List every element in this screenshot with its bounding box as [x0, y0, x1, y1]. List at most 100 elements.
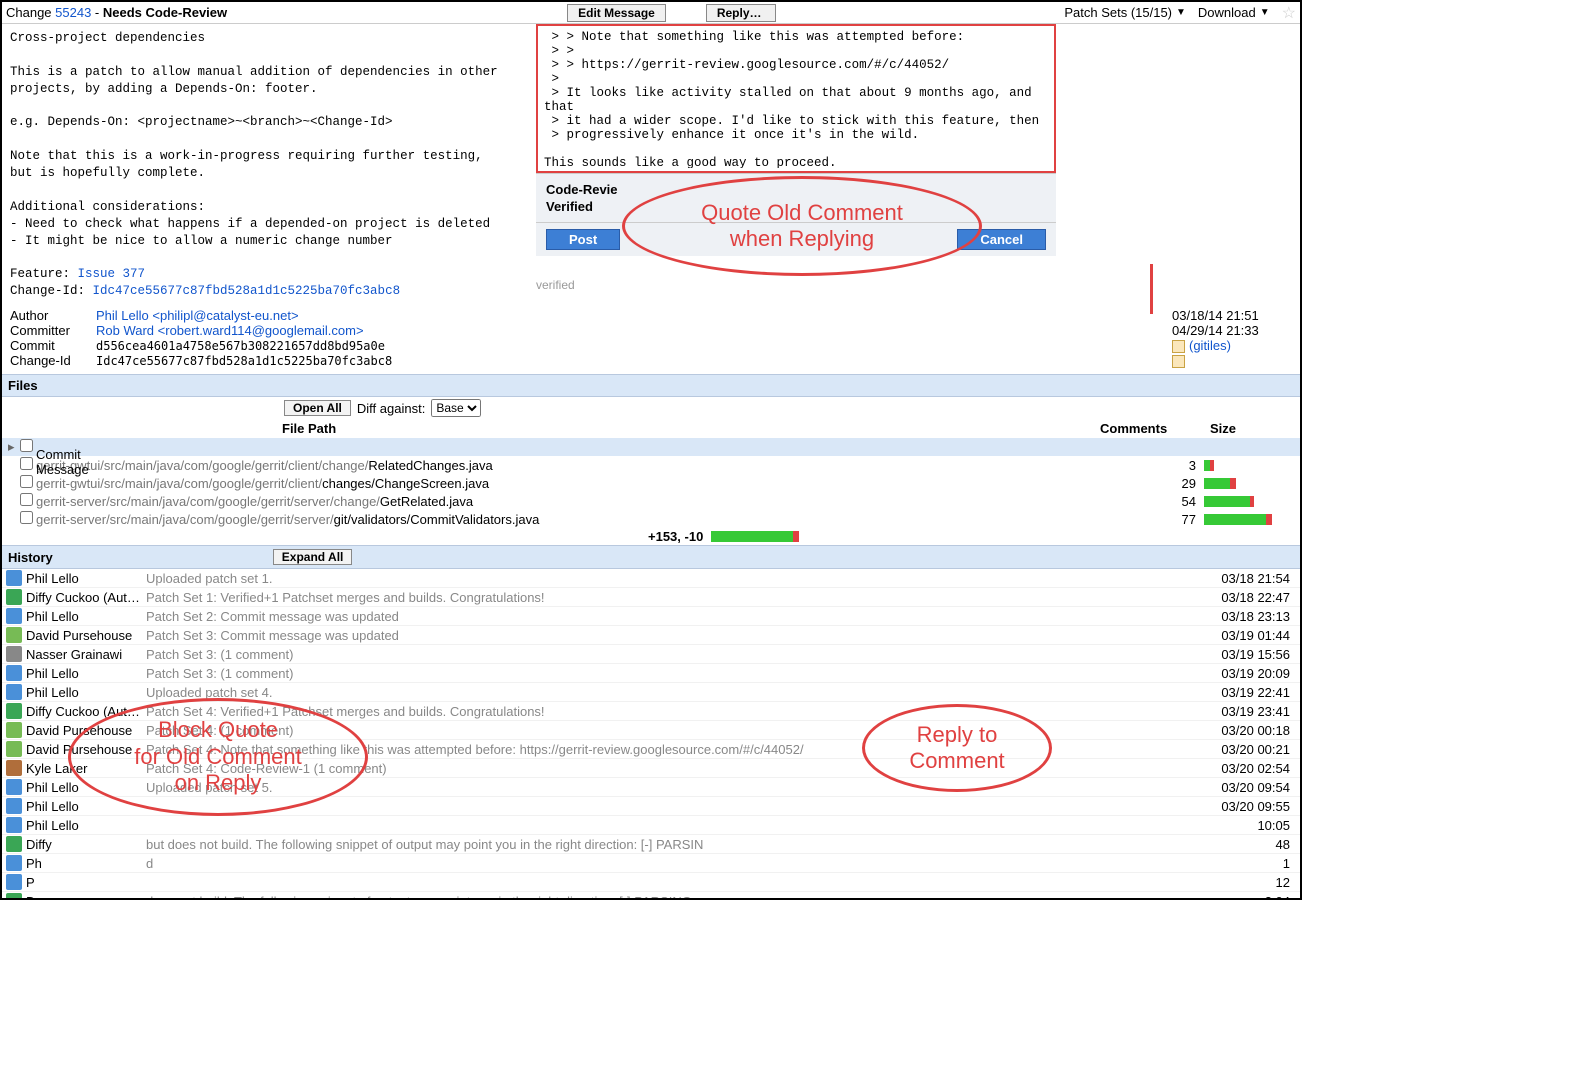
history-row[interactable]: Ddoes not build. The following snippet o… — [2, 892, 1300, 900]
file-path[interactable]: gerrit-gwtui/src/main/java/com/google/ge… — [36, 476, 322, 491]
history-date: 03/19 15:56 — [1196, 647, 1296, 662]
history-row[interactable]: Phil LelloPatch Set 2: Commit message wa… — [2, 607, 1300, 626]
change-title: Change 55243 - Needs Code-Review — [6, 5, 227, 20]
committer-link[interactable]: Rob Ward <robert.ward114@googlemail.com> — [96, 323, 364, 338]
history-author: Phil Lello — [26, 818, 146, 833]
file-row[interactable]: gerrit-server/src/main/java/com/google/g… — [2, 492, 1300, 510]
history-row[interactable]: Nasser GrainawiPatch Set 3: (1 comment)0… — [2, 645, 1300, 664]
file-checkbox[interactable] — [20, 511, 33, 524]
history-row[interactable]: Diffybut does not build. The following s… — [2, 835, 1300, 854]
history-date: 48 — [1196, 837, 1296, 852]
history-date: 03/18 21:54 — [1196, 571, 1296, 586]
file-checkbox[interactable] — [20, 493, 33, 506]
diff-bar — [1204, 496, 1294, 507]
history-row[interactable]: Phil LelloUploaded patch set 1.03/18 21:… — [2, 569, 1300, 588]
diff-bar — [1204, 478, 1294, 489]
history-date: 12 — [1196, 875, 1296, 890]
patch-sets-dropdown[interactable]: Patch Sets (15/15) ▼ — [1064, 5, 1186, 20]
file-checkbox[interactable] — [20, 457, 33, 470]
change-status: Needs Code-Review — [103, 5, 227, 20]
code-review-label: Code-Revie — [546, 182, 1046, 197]
history-row[interactable]: Diffy Cuckoo (Aut…Patch Set 4: Verified+… — [2, 702, 1300, 721]
expand-all-button[interactable]: Expand All — [273, 549, 353, 565]
history-message: but does not build. The following snippe… — [146, 837, 1196, 852]
history-message: Patch Set 4: Note that something like th… — [146, 742, 1196, 757]
download-dropdown[interactable]: Download ▼ — [1198, 5, 1270, 20]
history-row[interactable]: P 12 — [2, 873, 1300, 892]
avatar — [6, 817, 22, 833]
author-link[interactable]: Phil Lello <philipl@catalyst-eu.net> — [96, 308, 299, 323]
copy-icon[interactable] — [1172, 355, 1185, 368]
diff-against-select[interactable]: Base — [431, 399, 481, 417]
cancel-button[interactable]: Cancel — [957, 229, 1046, 250]
history-message: Patch Set 4: Code-Review-1 (1 comment) — [146, 761, 1196, 776]
open-all-button[interactable]: Open All — [284, 400, 351, 416]
top-bar: Change 55243 - Needs Code-Review Edit Me… — [2, 2, 1300, 24]
avatar — [6, 855, 22, 871]
reply-textarea[interactable] — [538, 26, 1054, 168]
file-row[interactable]: ▸Commit Message — [2, 438, 1300, 456]
file-path[interactable]: gerrit-gwtui/src/main/java/com/google/ge… — [36, 458, 368, 473]
history-row[interactable]: David PursehousePatch Set 4: (1 comment)… — [2, 721, 1300, 740]
file-size: 77 — [1144, 512, 1204, 527]
history-message: Patch Set 3: (1 comment) — [146, 647, 1196, 662]
history-row[interactable]: Phil LelloUploaded patch set 5.03/20 09:… — [2, 778, 1300, 797]
issue-link[interactable]: Issue 377 — [78, 267, 146, 281]
file-row[interactable]: gerrit-gwtui/src/main/java/com/google/ge… — [2, 456, 1300, 474]
history-row[interactable]: Phd1 — [2, 854, 1300, 873]
file-size: 54 — [1144, 494, 1204, 509]
avatar — [6, 722, 22, 738]
avatar — [6, 874, 22, 890]
history-message: Uploaded patch set 1. — [146, 571, 1196, 586]
post-button[interactable]: Post — [546, 229, 620, 250]
files-section-header: Files — [2, 374, 1300, 397]
history-author: Diffy — [26, 837, 146, 852]
history-date: 03/18 23:13 — [1196, 609, 1296, 624]
file-path[interactable]: gerrit-server/src/main/java/com/google/g… — [36, 494, 380, 509]
history-message: Uploaded patch set 5. — [146, 780, 1196, 795]
file-row[interactable]: gerrit-server/src/main/java/com/google/g… — [2, 510, 1300, 528]
history-author: Phil Lello — [26, 685, 146, 700]
history-author: David Pursehouse — [26, 742, 146, 757]
history-row[interactable]: David PursehousePatch Set 4: Note that s… — [2, 740, 1300, 759]
history-row[interactable]: Diffy Cuckoo (Aut…Patch Set 1: Verified+… — [2, 588, 1300, 607]
diff-bar — [1204, 442, 1294, 453]
history-row[interactable]: Phil LelloUploaded patch set 4.03/19 22:… — [2, 683, 1300, 702]
file-path[interactable]: gerrit-server/src/main/java/com/google/g… — [36, 512, 334, 527]
history-message: Patch Set 1: Verified+1 Patchset merges … — [146, 590, 1196, 605]
files-table-header: File Path Comments Size — [2, 419, 1300, 438]
changeid-link[interactable]: Idc47ce55677c87fbd528a1d1c5225ba70fc3abc… — [93, 284, 401, 298]
avatar — [6, 798, 22, 814]
avatar — [6, 684, 22, 700]
file-size: 3 — [1144, 458, 1204, 473]
history-row[interactable]: Phil Lello03/20 09:55 — [2, 797, 1300, 816]
gitiles-icon[interactable] — [1172, 340, 1185, 353]
file-row[interactable]: gerrit-gwtui/src/main/java/com/google/ge… — [2, 474, 1300, 492]
reply-button[interactable]: Reply… — [706, 4, 776, 22]
history-row[interactable]: Phil LelloPatch Set 3: (1 comment)03/19 … — [2, 664, 1300, 683]
avatar — [6, 646, 22, 662]
file-checkbox[interactable] — [20, 475, 33, 488]
history-date: 10:05 — [1196, 818, 1296, 833]
history-author: Kyle Laker — [26, 761, 146, 776]
avatar — [6, 665, 22, 681]
history-date: 03/20 00:21 — [1196, 742, 1296, 757]
avatar — [6, 570, 22, 586]
expand-arrow-icon[interactable]: ▸ — [8, 439, 20, 455]
change-number-link[interactable]: 55243 — [55, 5, 91, 20]
star-icon[interactable]: ☆ — [1282, 3, 1296, 23]
gitiles-link[interactable]: (gitiles) — [1189, 338, 1231, 353]
history-row[interactable]: David PursehousePatch Set 3: Commit mess… — [2, 626, 1300, 645]
history-author: P — [26, 875, 146, 890]
history-message: Patch Set 3: (1 comment) — [146, 666, 1196, 681]
history-row[interactable]: Kyle LakerPatch Set 4: Code-Review-1 (1 … — [2, 759, 1300, 778]
history-row[interactable]: Phil Lello 10:05 — [2, 816, 1300, 835]
avatar — [6, 893, 22, 900]
file-checkbox[interactable] — [20, 439, 33, 452]
history-date: 03/19 01:44 — [1196, 628, 1296, 643]
avatar — [6, 741, 22, 757]
edit-message-button[interactable]: Edit Message — [567, 4, 666, 22]
reply-dialog: Code-Revie Verified Post Cancel — [536, 24, 1056, 256]
history-author: Phil Lello — [26, 666, 146, 681]
change-description: Cross-project dependencies This is a pat… — [2, 24, 532, 306]
